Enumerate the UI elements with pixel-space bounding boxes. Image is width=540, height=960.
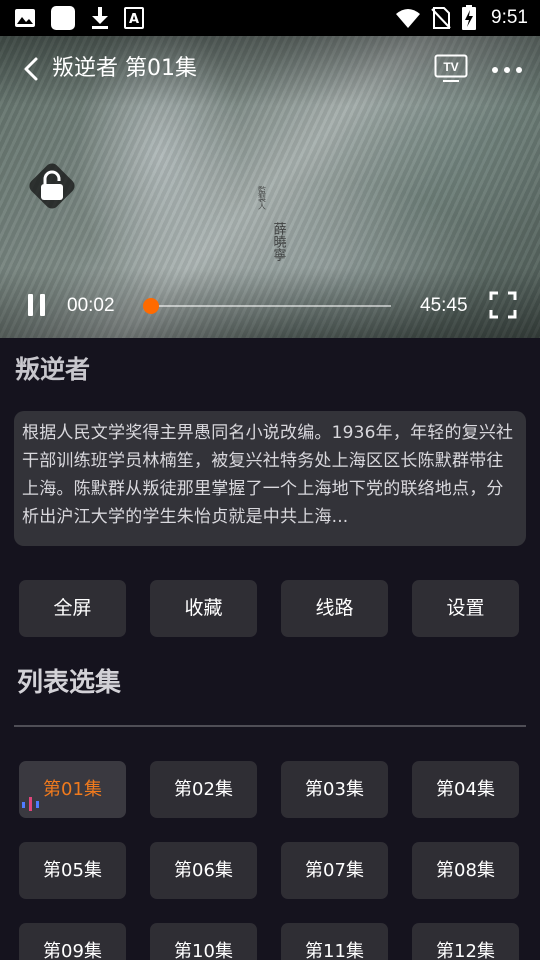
svg-text:TV: TV [443,60,458,74]
video-credit-text: 監製人 薛曉寧 [258,185,287,261]
source-route-button[interactable]: 线路 [281,580,388,637]
fullscreen-button[interactable]: 全屏 [19,580,126,637]
seek-track [149,305,391,307]
description-box: 根据人民文学奖得主畀愚同名小说改编。1936年，年轻的复兴社干部训练班学员林楠笙… [14,411,526,546]
episode-item[interactable]: 第07集 [281,842,388,899]
episode-item[interactable]: 第02集 [150,761,257,818]
episode-item[interactable]: 第04集 [412,761,519,818]
wifi-icon [396,9,421,28]
episodes-section-title: 列表选集 [17,668,122,698]
seek-bar[interactable] [141,294,391,318]
episode-item[interactable]: 第08集 [412,842,519,899]
no-sim-icon [431,7,451,29]
battery-charging-icon [462,5,477,30]
svg-text:薛曉寧: 薛曉寧 [271,222,287,261]
episode-item[interactable]: 第09集 [19,923,126,960]
image-icon [15,9,35,27]
episode-item[interactable]: 第10集 [150,923,257,960]
divider [14,725,526,727]
video-title: 叛逆者 第01集 [52,56,197,81]
favorite-button[interactable]: 收藏 [150,580,257,637]
seek-thumb[interactable] [143,298,160,314]
episode-label: 第01集 [43,779,102,800]
episode-item[interactable]: 第06集 [150,842,257,899]
episode-item[interactable]: 第12集 [412,923,519,960]
settings-button[interactable]: 设置 [412,580,519,637]
back-arrow-icon[interactable] [18,54,46,84]
svg-text:監製人: 監製人 [258,185,267,210]
tv-cast-icon[interactable]: TV [434,54,468,84]
lock-icon[interactable] [24,158,80,214]
total-time: 45:45 [420,295,468,316]
current-time: 00:02 [67,295,115,316]
episode-item[interactable]: 第05集 [19,842,126,899]
pause-icon[interactable] [24,292,50,318]
download-icon [92,7,108,29]
square-app-icon [51,6,75,30]
svg-text:A: A [129,12,139,27]
episode-item[interactable]: 第11集 [281,923,388,960]
show-title: 叛逆者 [15,355,91,384]
episode-item-active[interactable]: 第01集 [19,761,126,818]
fullscreen-icon[interactable] [489,291,517,319]
status-bar: A 9:51 [0,0,540,36]
video-player[interactable]: 叛逆者 第01集 TV 監製人 薛曉寧 00:02 45:45 [0,36,540,338]
description-text: 根据人民文学奖得主畀愚同名小说改编。1936年，年轻的复兴社干部训练班学员林楠笙… [22,423,514,527]
text-a-icon: A [124,7,144,29]
episode-item[interactable]: 第03集 [281,761,388,818]
more-options-icon[interactable] [490,58,524,82]
playing-indicator-icon [22,797,39,811]
status-time: 9:51 [491,7,528,28]
